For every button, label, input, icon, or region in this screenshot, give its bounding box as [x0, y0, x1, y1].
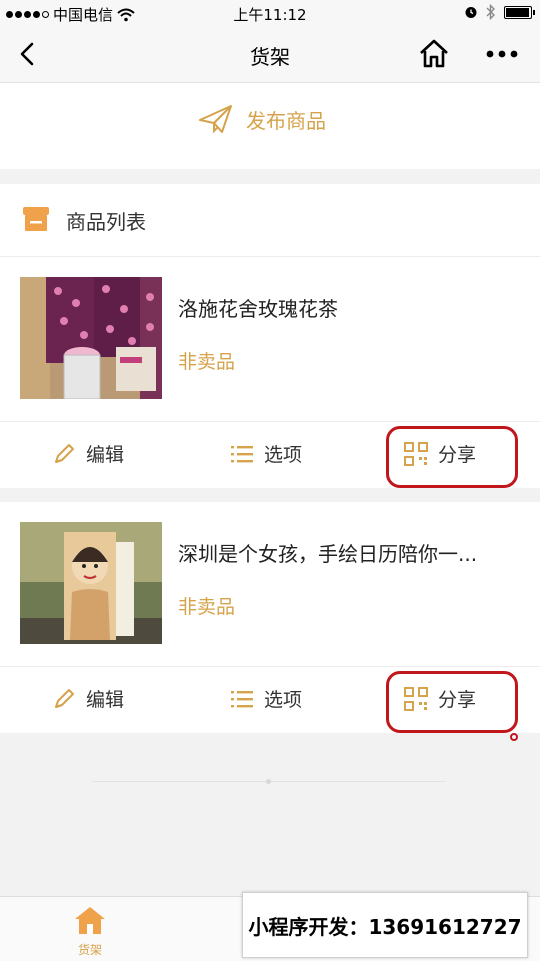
- publish-label: 发布商品: [246, 108, 326, 133]
- share-highlight-box: [386, 426, 518, 488]
- edit-button[interactable]: 编辑: [52, 440, 124, 467]
- product-status: 非卖品: [178, 351, 236, 373]
- status-bar: 中国电信 上午11:12: [0, 0, 540, 26]
- product-name[interactable]: 深圳是个女孩，手绘日历陪你一...: [178, 538, 518, 567]
- tab-shelf[interactable]: 货架: [70, 905, 110, 958]
- pencil-icon: [55, 443, 74, 463]
- battery-icon: [504, 5, 535, 19]
- page-title: 货架: [250, 45, 290, 69]
- product-actions: 编辑 选项 分享: [0, 666, 540, 733]
- contact-overlay: 小程序开发：13691612727: [242, 892, 528, 958]
- options-label: 选项: [264, 444, 303, 466]
- product-list-header: 商品列表: [0, 184, 540, 257]
- more-icon[interactable]: [484, 42, 520, 66]
- share-highlight-box: [386, 671, 518, 733]
- alarm-icon: [465, 7, 477, 18]
- product-list: 商品列表 洛施花舍玫瑰花茶 非卖品 编辑 选项 分享 深圳是个女孩，手绘日历陪你…: [0, 184, 540, 733]
- tab-shelf-label: 货架: [77, 943, 102, 957]
- product-image[interactable]: [20, 277, 162, 399]
- edit-button[interactable]: 编辑: [52, 685, 124, 712]
- edit-label: 编辑: [86, 689, 125, 711]
- options-button[interactable]: 选项: [230, 440, 302, 467]
- list-icon: [231, 445, 253, 462]
- item-separator: [0, 488, 540, 502]
- list-item[interactable]: 深圳是个女孩，手绘日历陪你一... 非卖品: [0, 502, 540, 666]
- product-list-title: 商品列表: [66, 210, 146, 234]
- publish-product-button[interactable]: 发布商品: [198, 103, 326, 135]
- publish-section: 发布商品: [0, 83, 540, 169]
- product-name[interactable]: 洛施花舍玫瑰花茶: [178, 293, 518, 322]
- list-item[interactable]: 洛施花舍玫瑰花茶 非卖品: [0, 257, 540, 421]
- options-button[interactable]: 选项: [230, 685, 302, 712]
- product-status: 非卖品: [178, 596, 236, 618]
- edit-label: 编辑: [86, 444, 125, 466]
- store-icon: [23, 207, 49, 231]
- options-label: 选项: [264, 689, 303, 711]
- pencil-icon: [55, 688, 74, 708]
- end-of-list-dot: [266, 779, 271, 784]
- annotation-dot: [510, 733, 518, 741]
- list-icon: [231, 690, 253, 707]
- home-icon[interactable]: [418, 38, 450, 70]
- status-right: [464, 4, 535, 20]
- product-image[interactable]: [20, 522, 162, 644]
- status-time: 上午11:12: [233, 6, 307, 24]
- bluetooth-icon: [486, 4, 495, 20]
- paper-plane-icon: [199, 105, 232, 134]
- product-actions: 编辑 选项 分享: [0, 421, 540, 488]
- house-icon: [75, 907, 105, 934]
- nav-bar: 货架: [0, 26, 540, 83]
